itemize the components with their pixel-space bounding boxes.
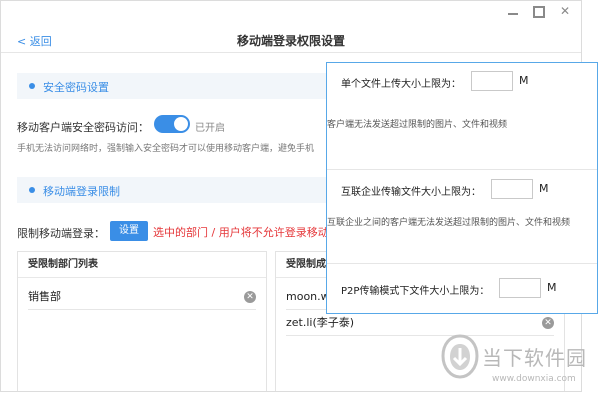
watermark: 当下软件园 www.downxia.com	[440, 334, 590, 394]
member-item-label: zet.li(李子泰)	[286, 316, 355, 329]
single-file-limit-input[interactable]	[471, 71, 513, 91]
divider	[327, 169, 597, 170]
maximize-icon[interactable]	[533, 5, 545, 17]
security-section-title: 安全密码设置	[43, 81, 109, 94]
single-file-unit: M	[519, 74, 529, 87]
watermark-name: 当下软件园	[482, 346, 587, 370]
p2p-limit-label: P2P传输模式下文件大小上限为：	[341, 286, 490, 297]
p2p-unit: M	[547, 281, 557, 294]
restrict-login-label: 限制移动端登录：	[17, 227, 105, 240]
bullet-icon	[29, 187, 35, 193]
remove-icon[interactable]: ✕	[244, 291, 256, 303]
bullet-icon	[29, 83, 35, 89]
page-header: < 返回 移动端登录权限设置	[1, 27, 581, 53]
downxia-logo-icon	[441, 334, 479, 379]
secure-access-label: 移动客户端安全密码访问：	[17, 121, 149, 134]
dept-item-label: 销售部	[28, 290, 61, 303]
remove-icon[interactable]: ✕	[542, 317, 554, 329]
watermark-url: www.downxia.com	[492, 374, 576, 384]
inter-company-unit: M	[539, 182, 549, 195]
window-controls: ✕	[507, 5, 571, 17]
secure-access-toggle[interactable]	[154, 115, 190, 133]
login-section-title: 移动端登录限制	[43, 185, 120, 198]
close-icon[interactable]: ✕	[559, 5, 571, 17]
restrict-warning: 选中的部门 / 用户将不允许登录移动端	[153, 226, 340, 239]
inter-company-hint: 互联企业之间的客户端无法发送超过限制的图片、文件和视频	[327, 218, 571, 228]
dept-list-header: 受限制部门列表	[18, 252, 266, 278]
minimize-icon[interactable]	[507, 5, 519, 17]
divider	[327, 263, 597, 264]
toggle-state-text: 已开启	[195, 123, 225, 134]
dept-list-panel: 受限制部门列表 销售部 ✕	[17, 251, 267, 391]
single-file-limit-label: 单个文件上传大小上限为：	[341, 79, 461, 90]
single-file-hint: 客户端无法发送超过限制的图片、文件和视频	[327, 120, 508, 130]
inter-company-limit-label: 互联企业传输文件大小上限为：	[341, 187, 481, 198]
p2p-limit-input[interactable]	[499, 278, 541, 298]
file-limit-popup: 单个文件上传大小上限为： M 客户端无法发送超过限制的图片、文件和视频 互联企业…	[326, 62, 598, 314]
inter-company-limit-input[interactable]	[491, 179, 533, 199]
secure-access-hint: 手机无法访问网络时，强制输入安全密码才可以使用移动客户端，避免手机	[17, 144, 315, 154]
list-item: 销售部 ✕	[28, 284, 256, 310]
set-button[interactable]: 设置	[110, 221, 148, 241]
page-title: 移动端登录权限设置	[236, 34, 345, 48]
